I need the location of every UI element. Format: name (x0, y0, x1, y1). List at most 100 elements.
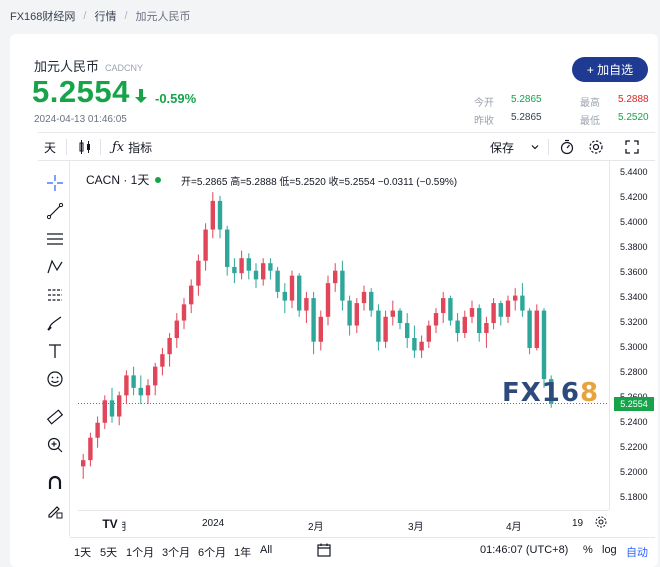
range-button[interactable]: 1个月 (126, 544, 154, 560)
candle[interactable] (304, 291, 309, 324)
prediction-tool[interactable] (45, 285, 65, 305)
candle[interactable] (520, 283, 525, 317)
fib-tool[interactable] (45, 229, 65, 249)
percent-toggle[interactable]: % (583, 544, 593, 556)
calendar-icon[interactable] (316, 542, 332, 558)
candle[interactable] (160, 347, 165, 376)
candle[interactable] (419, 335, 424, 358)
candle[interactable] (397, 308, 403, 330)
indicators-button[interactable]: ƒx 指标 (112, 139, 152, 155)
tradingview-logo[interactable]: TV (98, 514, 122, 534)
candle[interactable] (145, 379, 151, 405)
crosshair-tool[interactable] (45, 173, 65, 193)
save-dropdown[interactable] (530, 139, 540, 155)
candle[interactable] (282, 283, 287, 314)
candle[interactable] (95, 416, 100, 448)
candle[interactable] (325, 275, 331, 326)
candle[interactable] (275, 266, 280, 299)
zoom-tool[interactable] (45, 435, 65, 455)
candle[interactable] (513, 288, 518, 311)
candle[interactable] (153, 362, 158, 396)
candle[interactable] (253, 263, 259, 289)
range-button[interactable]: 1年 (234, 544, 251, 560)
candle[interactable] (462, 310, 467, 338)
candle[interactable] (412, 325, 417, 358)
candle[interactable] (174, 313, 179, 348)
gear-icon[interactable] (594, 515, 608, 529)
text-tool[interactable] (45, 341, 65, 361)
candle[interactable] (124, 370, 129, 405)
candle[interactable] (390, 300, 395, 326)
candle[interactable] (297, 273, 302, 317)
candle[interactable] (167, 333, 172, 367)
quick-search-button[interactable] (559, 139, 575, 155)
lock-drawing-tool[interactable] (45, 501, 65, 521)
candle[interactable] (484, 316, 489, 348)
candle[interactable] (376, 304, 381, 351)
candle[interactable] (448, 295, 453, 326)
candle[interactable] (534, 304, 539, 351)
time-axis[interactable]: 12月20242月3月4月19 (78, 510, 609, 533)
candle[interactable] (405, 313, 410, 348)
candle[interactable] (340, 260, 345, 311)
save-button[interactable]: 保存 (490, 139, 514, 155)
ruler-tool[interactable] (45, 407, 65, 427)
breadcrumb-site[interactable]: FX168财经网 (10, 8, 75, 24)
candle[interactable] (505, 295, 511, 324)
emoji-tool[interactable] (45, 369, 65, 389)
candle[interactable] (232, 258, 237, 284)
brush-tool[interactable] (45, 313, 65, 333)
candle[interactable] (261, 258, 266, 286)
candle[interactable] (541, 308, 547, 388)
candle[interactable] (239, 250, 244, 280)
candle[interactable] (181, 298, 187, 330)
candle[interactable] (138, 375, 143, 405)
candle[interactable] (217, 195, 223, 239)
candle[interactable] (189, 279, 194, 314)
log-toggle[interactable]: log (602, 544, 617, 556)
candle[interactable] (246, 253, 251, 280)
candle[interactable] (361, 285, 367, 311)
settings-button[interactable] (588, 139, 604, 155)
range-button[interactable]: 5天 (100, 544, 117, 560)
breadcrumb-section[interactable]: 行情 (94, 8, 116, 24)
pattern-tool[interactable] (45, 257, 65, 277)
magnet-tool[interactable] (45, 473, 65, 493)
candle[interactable] (477, 304, 482, 342)
candle[interactable] (469, 300, 475, 324)
candle[interactable] (318, 310, 323, 351)
candle[interactable] (354, 298, 359, 334)
candle[interactable] (109, 387, 115, 423)
range-button[interactable]: 3个月 (162, 544, 190, 560)
candle[interactable] (203, 223, 208, 271)
candle[interactable] (369, 288, 374, 317)
candle[interactable] (426, 320, 431, 348)
clock-readout[interactable]: 01:46:07 (UTC+8) (480, 544, 568, 556)
candle[interactable] (88, 432, 93, 467)
candle[interactable] (491, 298, 496, 330)
range-button[interactable]: All (260, 544, 272, 556)
trendline-tool[interactable] (45, 201, 65, 221)
candle[interactable] (225, 225, 230, 276)
candle[interactable] (117, 391, 122, 426)
price-chart[interactable] (78, 161, 609, 510)
candle[interactable] (268, 258, 273, 280)
candle[interactable] (102, 395, 107, 429)
candle[interactable] (441, 291, 446, 324)
candle[interactable] (210, 192, 215, 239)
candle[interactable] (311, 291, 316, 355)
add-watchlist-button[interactable]: + 加自选 (572, 57, 648, 82)
candle[interactable] (527, 308, 532, 355)
fullscreen-button[interactable] (624, 139, 640, 155)
candle[interactable] (81, 453, 86, 479)
candle[interactable] (347, 295, 352, 336)
range-button[interactable]: 6个月 (198, 544, 226, 560)
candle[interactable] (455, 313, 460, 342)
candle[interactable] (333, 263, 338, 292)
interval-button[interactable]: 天 (44, 139, 56, 155)
price-axis[interactable]: 5.4400 5.4200 5.4000 5.3800 5.3600 5.3400 5.32… (609, 161, 655, 510)
candle[interactable] (131, 366, 136, 396)
candle[interactable] (289, 270, 295, 309)
auto-toggle[interactable]: 自动 (626, 544, 648, 560)
candle-type-button[interactable] (78, 139, 92, 155)
